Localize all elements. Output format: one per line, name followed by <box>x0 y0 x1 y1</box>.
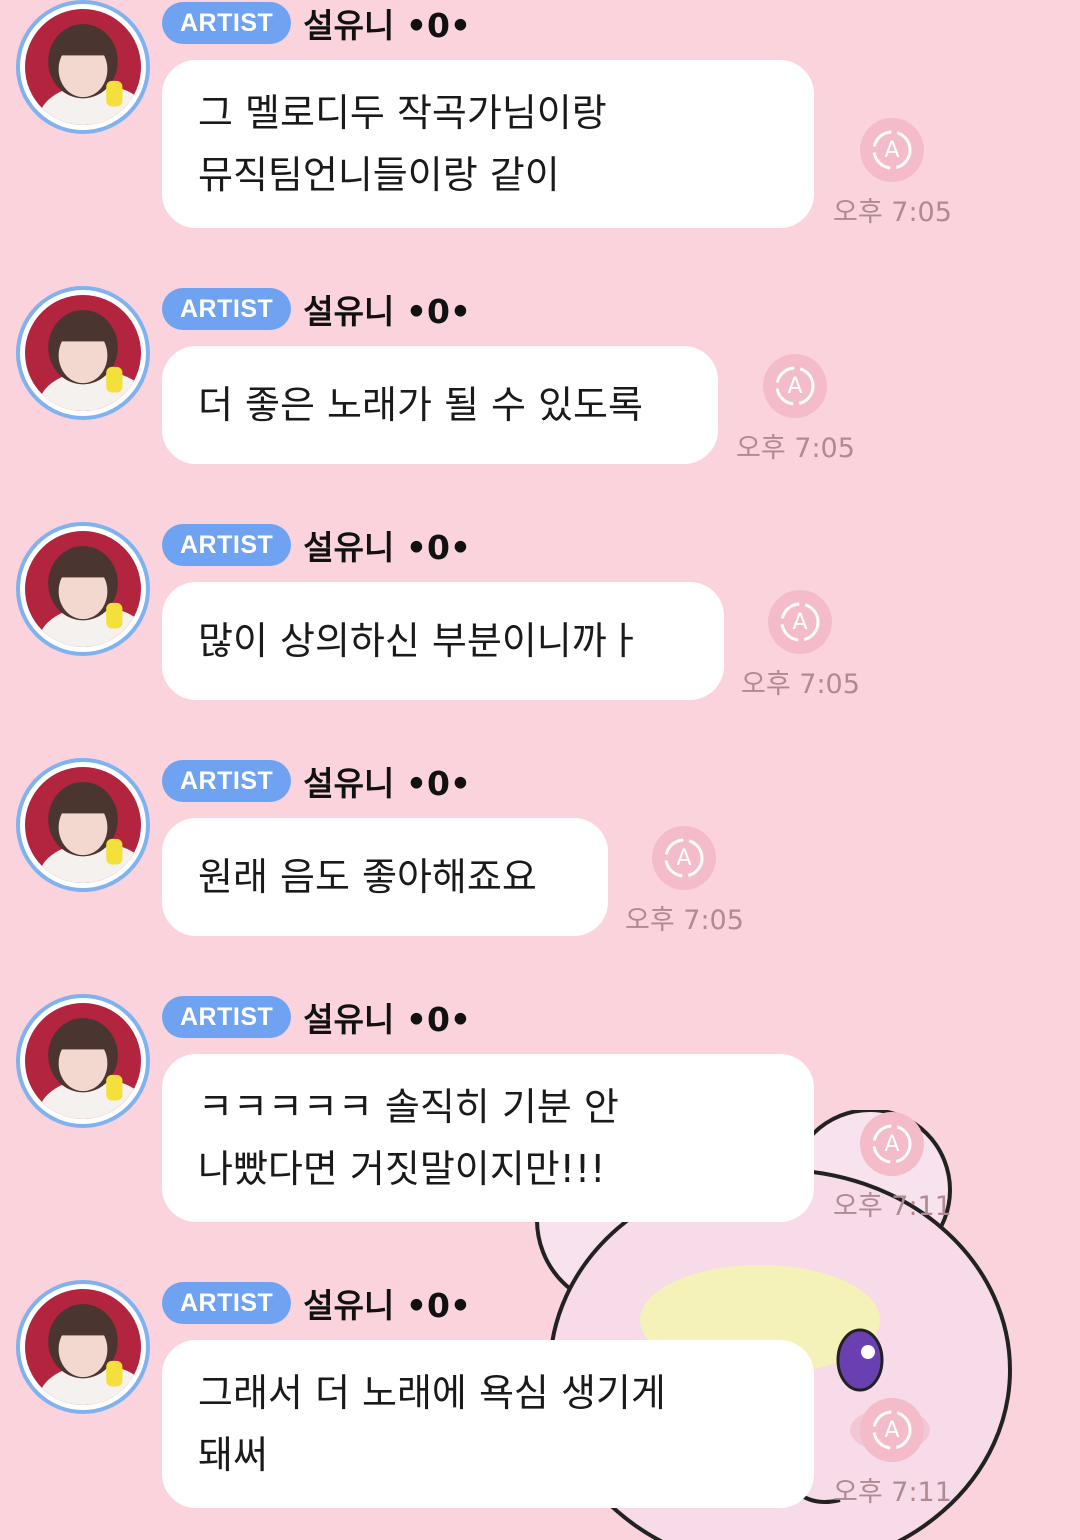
translate-button[interactable]: A <box>860 1112 925 1176</box>
message-line: ㅋㅋㅋㅋㅋ 솔직히 기분 안 <box>198 1085 619 1129</box>
translate-a-icon: A <box>872 130 912 170</box>
translate-button[interactable]: A <box>860 1398 925 1462</box>
translate-button[interactable]: A <box>652 826 717 890</box>
sender-name[interactable]: 설유니 •0• <box>303 757 471 805</box>
avatar-photo <box>25 295 141 411</box>
sender-name[interactable]: 설유니 •0• <box>303 0 471 47</box>
artist-badge: ARTIST <box>162 2 292 44</box>
translate-a-icon: A <box>775 366 815 406</box>
message-header: ARTIST 설유니 •0• <box>162 993 471 1041</box>
message-line: 그래서 더 노래에 욕심 생기게 <box>198 1371 666 1415</box>
sender-name[interactable]: 설유니 •0• <box>303 521 471 569</box>
message-line: 원래 음도 좋아해죠요 <box>198 855 537 899</box>
svg-text:A: A <box>677 846 692 871</box>
avatar-photo <box>25 1003 141 1119</box>
message-line: 그 멜로디두 작곡가님이랑 <box>198 91 607 135</box>
message-meta: A 오후 7:05 <box>741 590 860 701</box>
message-header: ARTIST 설유니 •0• <box>162 1279 471 1327</box>
artist-badge: ARTIST <box>162 1282 292 1324</box>
avatar-photo <box>25 531 141 647</box>
message-line: 돼써 <box>198 1433 268 1477</box>
svg-text:A: A <box>885 1418 900 1443</box>
avatar[interactable] <box>16 0 150 134</box>
message-bubble[interactable]: 더 좋은 노래가 될 수 있도록 <box>162 346 718 464</box>
svg-text:A: A <box>793 610 808 635</box>
sender-name[interactable]: 설유니 •0• <box>303 285 471 333</box>
message-bubble[interactable]: 많이 상의하신 부분이니까ㅏ <box>162 582 724 700</box>
message-header: ARTIST 설유니 •0• <box>162 521 471 569</box>
message-time: 오후 7:05 <box>736 433 855 464</box>
message-meta: A 오후 7:05 <box>736 354 855 465</box>
avatar[interactable] <box>16 286 150 420</box>
artist-badge: ARTIST <box>162 288 292 330</box>
artist-badge: ARTIST <box>162 760 292 802</box>
translate-a-icon: A <box>872 1124 912 1164</box>
translate-button[interactable]: A <box>763 354 828 418</box>
message-meta: A 오후 7:11 <box>833 1398 952 1509</box>
avatar[interactable] <box>16 1280 150 1414</box>
message-bubble[interactable]: 그래서 더 노래에 욕심 생기게 돼써 <box>162 1340 814 1508</box>
message-meta: A 오후 7:05 <box>625 826 744 937</box>
avatar[interactable] <box>16 994 150 1128</box>
message-meta: A 오후 7:11 <box>833 1112 952 1223</box>
message-bubble[interactable]: ㅋㅋㅋㅋㅋ 솔직히 기분 안 나빴다면 거짓말이지만!!! <box>162 1054 814 1222</box>
message-header: ARTIST 설유니 •0• <box>162 757 471 805</box>
message-time: 오후 7:05 <box>833 197 952 228</box>
message-line: 나빴다면 거짓말이지만!!! <box>198 1147 606 1191</box>
avatar[interactable] <box>16 522 150 656</box>
artist-badge: ARTIST <box>162 996 292 1038</box>
sender-name[interactable]: 설유니 •0• <box>303 1279 471 1327</box>
translate-a-icon: A <box>872 1410 912 1450</box>
translate-button[interactable]: A <box>768 590 833 654</box>
message-line: 많이 상의하신 부분이니까ㅏ <box>198 619 642 663</box>
svg-text:A: A <box>788 374 803 399</box>
avatar-photo <box>25 767 141 883</box>
translate-button[interactable]: A <box>860 118 925 182</box>
message-time: 오후 7:11 <box>833 1477 952 1508</box>
svg-text:A: A <box>885 138 900 163</box>
message-header: ARTIST 설유니 •0• <box>162 285 471 333</box>
sender-name[interactable]: 설유니 •0• <box>303 993 471 1041</box>
avatar[interactable] <box>16 758 150 892</box>
translate-a-icon: A <box>664 838 704 878</box>
translate-a-icon: A <box>780 602 820 642</box>
message-meta: A 오후 7:05 <box>833 118 952 229</box>
message-time: 오후 7:11 <box>833 1191 952 1222</box>
message-line: 뮤직팀언니들이랑 같이 <box>198 153 560 197</box>
svg-text:A: A <box>885 1132 900 1157</box>
avatar-photo <box>25 1289 141 1405</box>
artist-badge: ARTIST <box>162 524 292 566</box>
message-bubble[interactable]: 원래 음도 좋아해죠요 <box>162 818 608 936</box>
avatar-photo <box>25 9 141 125</box>
message-time: 오후 7:05 <box>625 905 744 936</box>
message-line: 더 좋은 노래가 될 수 있도록 <box>198 383 643 427</box>
message-time: 오후 7:05 <box>741 669 860 700</box>
message-header: ARTIST 설유니 •0• <box>162 0 471 47</box>
message-bubble[interactable]: 그 멜로디두 작곡가님이랑 뮤직팀언니들이랑 같이 <box>162 60 814 228</box>
